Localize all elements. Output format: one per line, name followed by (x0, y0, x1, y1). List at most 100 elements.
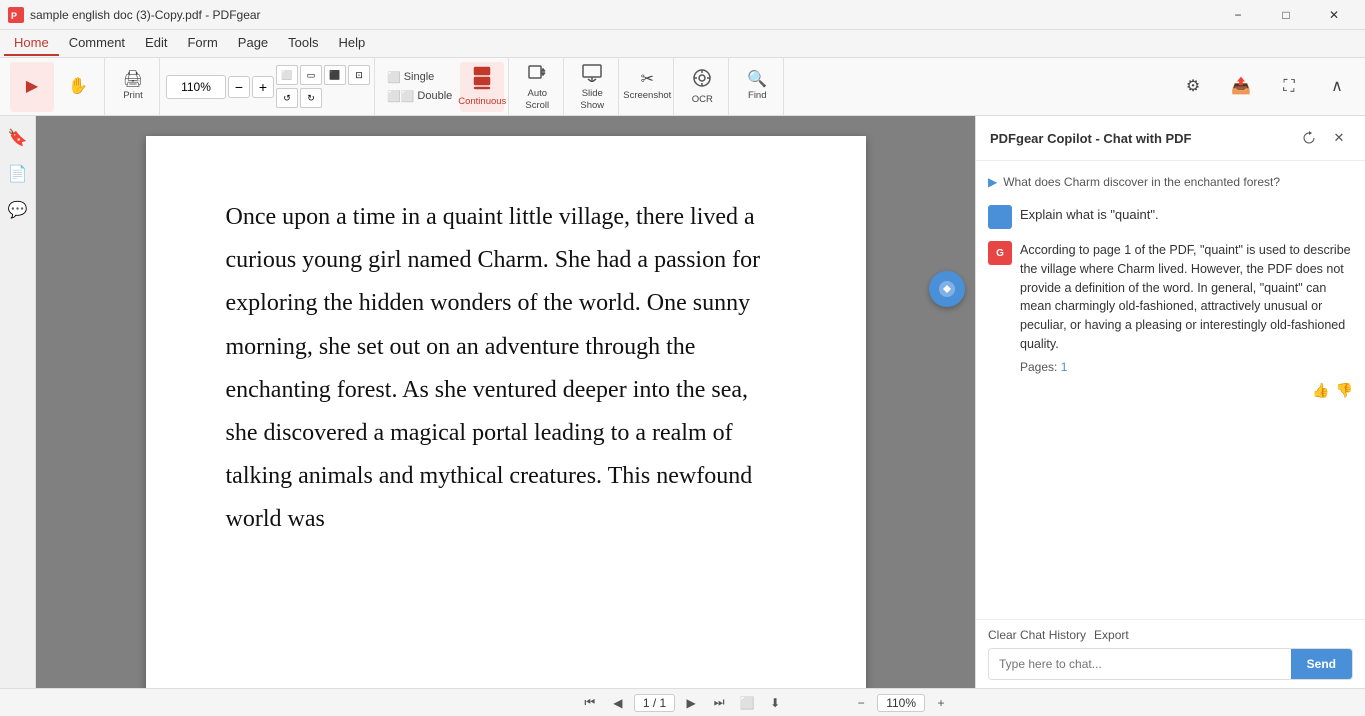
auto-scroll-button[interactable]: Auto Scroll (515, 62, 559, 112)
close-chat-button[interactable]: ✕ (1327, 126, 1351, 150)
copilot-floating-button[interactable] (929, 271, 965, 307)
thumbs-down-button[interactable]: 👎 (1336, 382, 1353, 399)
page-link[interactable]: 1 (1061, 360, 1068, 374)
clear-history-link[interactable]: Clear Chat History (988, 628, 1086, 642)
cursor-tools-group: ▶ ✋ (6, 58, 105, 115)
user-message: Explain what is "quaint". (988, 205, 1353, 229)
zoom-group: − + ⬜ ▭ ⬛ ⊡ ↺ ↻ (162, 58, 375, 115)
bot-message-content: According to page 1 of the PDF, "quaint"… (1020, 241, 1353, 399)
window-controls: − □ ✕ (1215, 0, 1357, 30)
bot-avatar: G (988, 241, 1012, 265)
menu-home[interactable]: Home (4, 31, 59, 56)
bot-message-pages: Pages: 1 (1020, 360, 1353, 374)
fit-page-nav-button[interactable]: ⬜ (735, 692, 759, 714)
chat-footer-actions: Clear Chat History Export (988, 628, 1353, 642)
zoom-input[interactable] (166, 75, 226, 99)
view-mode-row-1: ⬜ Single (381, 69, 458, 86)
slide-show-button[interactable]: Slide Show (570, 62, 614, 112)
toolbar: ▶ ✋ 🖨 Print − + ⬜ ▭ ⬛ ⊡ ↺ ↻ (0, 58, 1365, 116)
single-page-button[interactable]: ⬜ Single (381, 69, 440, 86)
main-area: 🔖 📄 💬 Once upon a time in a quaint littl… (0, 116, 1365, 688)
menu-comment[interactable]: Comment (59, 31, 135, 56)
last-page-button[interactable]: ⏭ (707, 692, 731, 714)
find-group: 🔍 Find (731, 58, 784, 115)
sidebar-item-comments[interactable]: 💬 (4, 196, 32, 224)
fit-window-button[interactable]: ⊡ (348, 65, 370, 85)
view-mode-controls: ⬜ Single ⬜⬜ Double (381, 69, 458, 105)
zoom-decrease-button[interactable]: − (228, 76, 250, 98)
fit-width-button[interactable]: ▭ (300, 65, 322, 85)
printer-icon: 🖨 (123, 72, 143, 88)
menu-form[interactable]: Form (177, 31, 227, 56)
pages-label: Pages: (1020, 360, 1057, 374)
double-label: Double (417, 90, 452, 102)
find-button[interactable]: 🔍 Find (735, 62, 779, 112)
collapse-icon: ∧ (1331, 79, 1343, 95)
menu-tools[interactable]: Tools (278, 31, 328, 56)
screenshot-button[interactable]: ✂ Screenshot (625, 62, 669, 112)
share-button[interactable]: 📤 (1219, 62, 1263, 112)
screenshot-label: Screenshot (623, 90, 671, 101)
chat-footer: Clear Chat History Export Send (976, 619, 1365, 688)
zoom-increase-button[interactable]: + (252, 76, 274, 98)
send-button[interactable]: Send (1291, 649, 1352, 679)
sidebar-item-bookmark[interactable]: 🔖 (4, 124, 32, 152)
ocr-button[interactable]: OCR (680, 62, 724, 112)
app-icon: P (8, 7, 24, 23)
zoom-in-button[interactable]: + (929, 692, 953, 714)
download-button[interactable]: ⬇ (763, 692, 787, 714)
hand-tool-button[interactable]: ✋ (56, 62, 100, 112)
fullscreen-icon: ⛶ (1283, 79, 1294, 95)
double-page-button[interactable]: ⬜⬜ Double (381, 88, 458, 105)
print-button[interactable]: 🖨 Print (111, 62, 155, 112)
select-tool-button[interactable]: ▶ (10, 62, 54, 112)
maximize-button[interactable]: □ (1263, 0, 1309, 30)
zoom-control: − + (166, 75, 274, 99)
rotate-right-button[interactable]: ↻ (300, 88, 322, 108)
single-label: Single (404, 71, 435, 83)
settings-button[interactable]: ⚙ (1171, 62, 1215, 112)
screenshot-icon: ✂ (641, 72, 654, 88)
rotate-left-button[interactable]: ↺ (276, 88, 298, 108)
fit-page-button[interactable]: ⬜ (276, 65, 298, 85)
print-label: Print (123, 90, 143, 101)
continuous-button[interactable]: Continuous (460, 62, 504, 112)
pdf-viewer[interactable]: Once upon a time in a quaint little vill… (36, 116, 975, 688)
find-label: Find (748, 90, 766, 101)
first-page-button[interactable]: ⏮ (578, 692, 602, 714)
minimize-button[interactable]: − (1215, 0, 1261, 30)
ocr-group: OCR (676, 58, 729, 115)
refresh-button[interactable] (1297, 126, 1321, 150)
menu-help[interactable]: Help (329, 31, 376, 56)
menu-edit[interactable]: Edit (135, 31, 177, 56)
view-mode-group: ⬜ Single ⬜⬜ Double Continuous (377, 58, 509, 115)
statusbar: ⏮ ◀ 1 / 1 ▶ ⏭ ⬜ ⬇ − 110% + (0, 688, 1365, 716)
close-button[interactable]: ✕ (1311, 0, 1357, 30)
export-link[interactable]: Export (1094, 628, 1129, 642)
next-page-button[interactable]: ▶ (679, 692, 703, 714)
statusbar-inner: ⏮ ◀ 1 / 1 ▶ ⏭ ⬜ ⬇ − 110% + (10, 692, 1355, 714)
chat-header-icons: ✕ (1297, 126, 1351, 150)
pdf-page: Once upon a time in a quaint little vill… (146, 136, 866, 688)
slide-show-label: Slide Show (572, 88, 612, 111)
print-group: 🖨 Print (107, 58, 160, 115)
zoom-value-label: 110% (877, 694, 925, 712)
thumbs-up-button[interactable]: 👍 (1312, 382, 1329, 399)
chat-input-area: Send (988, 648, 1353, 680)
menu-page[interactable]: Page (228, 31, 278, 56)
suggested-question: ▶ What does Charm discover in the enchan… (988, 171, 1353, 193)
prev-page-button[interactable]: ◀ (606, 692, 630, 714)
actual-size-button[interactable]: ⬛ (324, 65, 346, 85)
chat-messages[interactable]: ▶ What does Charm discover in the enchan… (976, 161, 1365, 619)
double-icon: ⬜⬜ (387, 90, 414, 103)
fullscreen-button[interactable]: ⛶ (1267, 62, 1311, 112)
zoom-out-button[interactable]: − (849, 692, 873, 714)
cursor-icon: ▶ (26, 79, 38, 95)
page-indicator: 1 / 1 (634, 694, 675, 712)
collapse-button[interactable]: ∧ (1315, 62, 1359, 112)
left-sidebar: 🔖 📄 💬 (0, 116, 36, 688)
chat-input[interactable] (989, 649, 1291, 679)
sidebar-item-pages[interactable]: 📄 (4, 160, 32, 188)
continuous-label: Continuous (458, 96, 506, 107)
titlebar: P sample english doc (3)-Copy.pdf - PDFg… (0, 0, 1365, 30)
